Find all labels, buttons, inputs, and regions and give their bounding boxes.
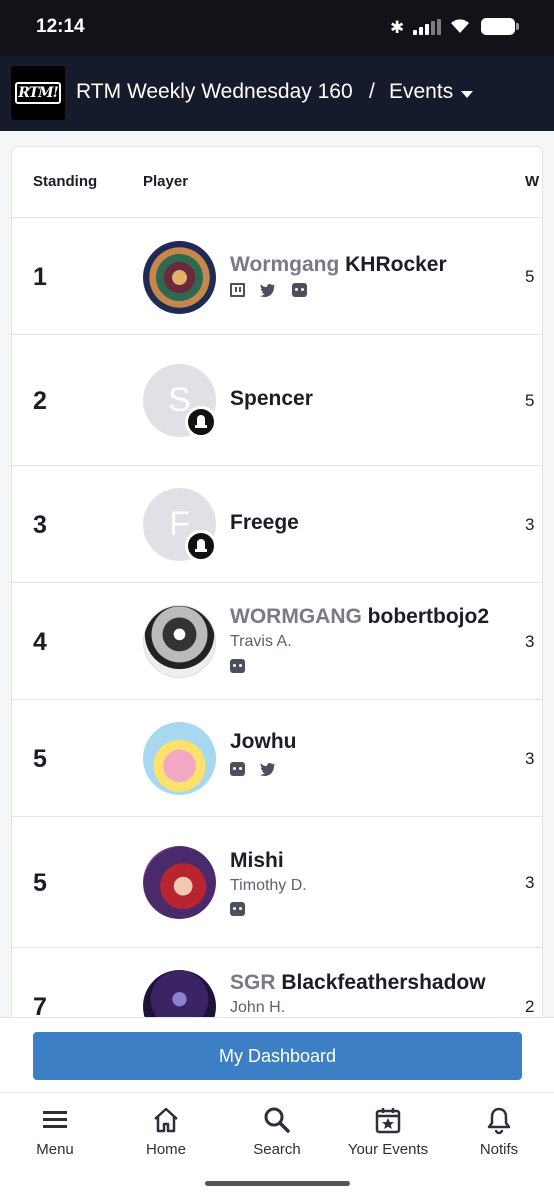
table-row[interactable]: 4 WORMGANG bobertbojo2 Travis A. 3 [12,583,542,700]
gamer-tag: Mishi [230,849,284,872]
table-header: Standing Player W [12,147,542,218]
home-indicator[interactable] [205,1181,350,1186]
standing-value: 3 [33,511,47,539]
player-name[interactable]: Jowhu [230,730,297,754]
sponsor-prefix: Wormgang [230,253,340,276]
avatar[interactable] [143,605,216,678]
social-links [230,283,318,299]
discord-icon[interactable] [291,283,307,297]
player-name[interactable]: Freege [230,511,299,535]
avatar[interactable] [143,722,216,795]
wins-value: 3 [525,632,535,651]
app-header: RTM! RTM Weekly Wednesday 160 / Events [0,56,554,131]
sponsor-prefix: WORMGANG [230,605,362,628]
social-links [230,902,256,918]
event-title-link[interactable]: RTM Weekly Wednesday 160 [76,80,353,104]
tab-label: Notifs [479,1141,519,1158]
standing-value: 5 [33,745,47,773]
real-name: John H. [230,999,286,1016]
logo-text: RTM! [15,82,61,104]
tab-label: Menu [36,1141,74,1158]
wifi-icon [451,19,469,33]
player-name[interactable]: Spencer [230,387,313,411]
discord-icon[interactable] [230,902,245,916]
wins-value: 5 [525,267,535,286]
calendar-star-icon [375,1108,401,1134]
gamer-tag: KHRocker [345,253,447,276]
chevron-down-icon[interactable] [461,91,473,98]
player-name[interactable]: SGR Blackfeathershadow [230,971,486,995]
status-bar: 12:14 ✱ [0,0,554,56]
dashboard-bar: My Dashboard [0,1017,554,1092]
column-header-player[interactable]: Player [143,173,188,190]
tab-your-events[interactable]: Your Events [333,1105,443,1158]
real-name: Timothy D. [230,877,307,894]
events-dropdown[interactable]: Events [389,80,453,104]
my-dashboard-button[interactable]: My Dashboard [33,1032,522,1080]
table-row[interactable]: 1 Wormgang KHRocker 5 [12,218,542,335]
tab-menu[interactable]: Menu [0,1105,110,1158]
player-name[interactable]: Wormgang KHRocker [230,253,447,277]
social-links [230,762,287,778]
gamer-tag: Freege [230,511,299,534]
avatar[interactable]: F [143,488,217,562]
wins-value: 2 [525,997,535,1016]
signal-icon [413,19,441,35]
gamer-tag: bobertbojo2 [367,605,489,628]
column-header-standing[interactable]: Standing [33,173,97,190]
table-row[interactable]: 5 Mishi Timothy D. 3 [12,817,542,948]
standing-value: 4 [33,628,47,656]
avatar[interactable] [143,241,216,314]
tab-label: Your Events [347,1141,429,1158]
twitch-icon[interactable] [230,283,245,297]
standing-value: 1 [33,263,47,291]
bell-icon [487,1107,511,1135]
twitter-icon[interactable] [260,762,276,776]
wins-value: 5 [525,391,535,410]
real-name: Travis A. [230,633,292,650]
tab-search[interactable]: Search [222,1105,332,1158]
player-name[interactable]: Mishi [230,849,284,873]
breadcrumb-separator: / [369,80,375,103]
tab-home[interactable]: Home [111,1105,221,1158]
discord-icon[interactable] [230,762,245,776]
table-row[interactable]: 3 F Freege 3 [12,466,542,583]
rtm-logo[interactable]: RTM! [11,66,65,120]
tab-label: Home [145,1141,186,1158]
search-icon [264,1107,290,1133]
tab-notifs[interactable]: Notifs [444,1105,554,1158]
startgg-badge-icon [185,406,217,438]
avatar[interactable] [143,846,216,919]
status-time: 12:14 [36,16,85,37]
table-row[interactable]: 5 Jowhu 3 [12,700,542,817]
column-header-wins[interactable]: W [525,173,539,190]
gamer-tag: Spencer [230,387,313,410]
player-name[interactable]: WORMGANG bobertbojo2 [230,605,489,629]
gamer-tag: Jowhu [230,730,297,753]
battery-icon [481,18,519,35]
wins-value: 3 [525,749,535,768]
startgg-badge-icon [185,530,217,562]
wins-value: 3 [525,515,535,534]
social-links [230,659,256,675]
avatar[interactable]: S [143,364,217,438]
sponsor-prefix: SGR [230,971,276,994]
standing-value: 2 [33,387,47,415]
home-icon [154,1107,178,1133]
wins-value: 3 [525,873,535,892]
standings-table: Standing Player W 1 Wormgang KHRocker 5 … [11,146,543,1026]
table-row[interactable]: 7 SGR Blackfeathershadow John H. 2 [12,948,542,1025]
twitter-icon[interactable] [260,283,276,297]
discord-icon[interactable] [230,659,245,673]
tab-label: Search [253,1141,301,1158]
standing-value: 5 [33,869,47,897]
table-row[interactable]: 2 S Spencer 5 [12,335,542,466]
gamer-tag: Blackfeathershadow [281,971,486,994]
menu-icon [43,1111,67,1128]
bluetooth-icon: ✱ [390,18,405,37]
